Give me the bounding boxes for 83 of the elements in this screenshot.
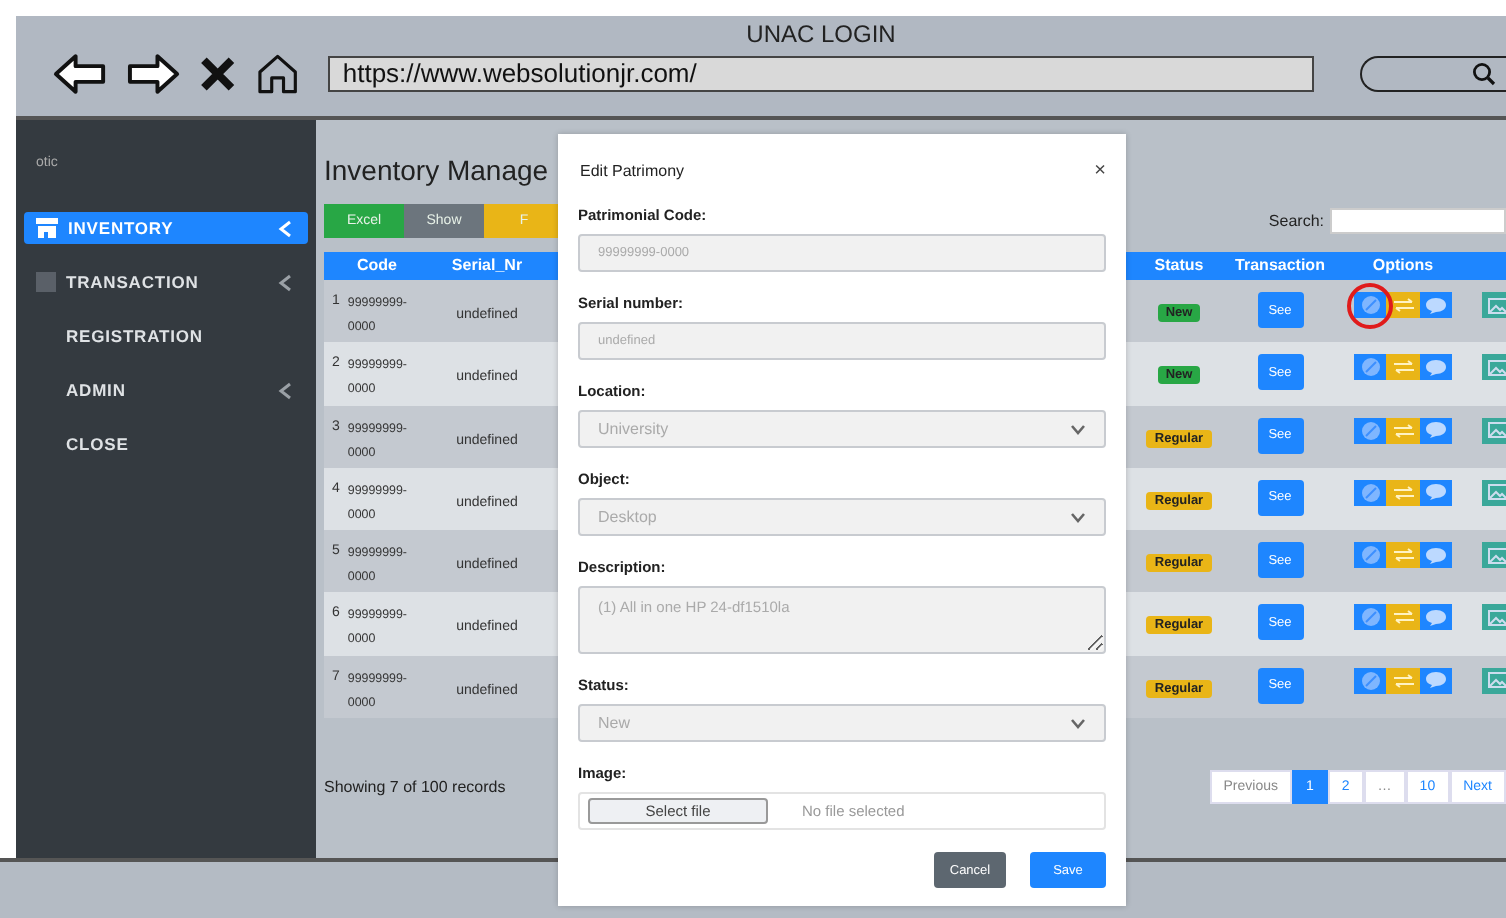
swap-arrows-icon xyxy=(1393,673,1413,688)
image-button[interactable] xyxy=(1482,479,1506,506)
speech-bubble-icon xyxy=(1426,547,1446,564)
sidebar-item[interactable]: TRANSACTION xyxy=(24,266,308,298)
chevron-down-icon xyxy=(1070,717,1086,729)
dropdown[interactable]: New xyxy=(578,704,1106,742)
image-icon xyxy=(1488,547,1506,564)
records-info: Showing 7 of 100 records xyxy=(324,778,506,797)
disable-button[interactable] xyxy=(1354,604,1386,631)
chevron-left-icon xyxy=(278,273,292,291)
image-icon xyxy=(1488,422,1506,439)
comment-button[interactable] xyxy=(1420,479,1452,506)
image-icon xyxy=(1488,484,1506,501)
store-icon xyxy=(36,218,58,238)
speech-bubble-icon xyxy=(1426,297,1446,313)
window-title: UNAC LOGIN xyxy=(746,20,896,48)
swap-arrows-icon xyxy=(1393,548,1413,563)
dialog-title: Edit Patrimony xyxy=(580,161,685,179)
sidebar-item[interactable]: CLOSE xyxy=(24,428,308,460)
disable-button[interactable] xyxy=(1354,354,1386,381)
image-icon xyxy=(1488,672,1506,689)
blocked-icon xyxy=(1361,421,1379,440)
address-bar[interactable]: https://www.websolutionjr.com/ xyxy=(328,56,1315,92)
comment-button[interactable] xyxy=(1420,417,1452,444)
dropdown[interactable]: University xyxy=(578,410,1106,448)
comment-button[interactable] xyxy=(1420,292,1452,318)
blocked-icon xyxy=(1361,546,1379,565)
column-header: Status xyxy=(1152,254,1206,278)
dropdown[interactable]: Desktop xyxy=(578,498,1106,536)
chevron-left-icon xyxy=(278,219,292,237)
chevron-down-icon xyxy=(1070,511,1086,523)
sidebar-item[interactable]: ADMIN xyxy=(24,374,308,406)
blocked-icon xyxy=(1361,608,1379,627)
image-button[interactable] xyxy=(1482,417,1506,444)
speech-bubble-icon xyxy=(1426,484,1446,501)
speech-bubble-icon xyxy=(1426,672,1446,689)
comment-button[interactable] xyxy=(1420,604,1452,631)
speech-bubble-icon xyxy=(1426,609,1446,626)
back-arrow-icon[interactable] xyxy=(52,52,108,96)
speech-bubble-icon xyxy=(1426,422,1446,439)
image-icon xyxy=(1488,297,1506,313)
square-icon xyxy=(36,272,56,292)
comment-button[interactable] xyxy=(1420,354,1452,381)
image-button[interactable] xyxy=(1482,604,1506,631)
forward-arrow-icon[interactable] xyxy=(125,52,181,96)
image-button[interactable] xyxy=(1482,292,1506,318)
close-button[interactable]: × xyxy=(1094,159,1106,181)
column-header: Options xyxy=(1370,254,1436,278)
image-icon xyxy=(1488,359,1506,376)
search-field[interactable] xyxy=(1360,56,1506,92)
sidebar-item[interactable]: REGISTRATION xyxy=(24,320,308,352)
blocked-icon xyxy=(1361,358,1379,377)
blocked-icon xyxy=(1361,483,1379,502)
swap-arrows-icon xyxy=(1393,360,1413,375)
image-button[interactable] xyxy=(1482,542,1506,569)
swap-arrows-icon xyxy=(1393,485,1413,500)
comment-button[interactable] xyxy=(1420,667,1452,694)
column-header: Code xyxy=(355,254,399,278)
swap-arrows-icon xyxy=(1393,298,1413,312)
chevron-down-icon xyxy=(1070,423,1086,435)
image-icon xyxy=(1488,609,1506,626)
swap-arrows-icon xyxy=(1393,423,1413,438)
search-label: Search: xyxy=(1268,212,1324,230)
search-icon xyxy=(1471,62,1496,86)
page-title: Inventory Manage xyxy=(324,152,549,190)
column-header: Serial_Nr xyxy=(449,254,525,278)
blocked-icon xyxy=(1361,296,1379,314)
disable-button[interactable] xyxy=(1354,292,1386,318)
close-icon[interactable] xyxy=(198,54,238,94)
image-button[interactable] xyxy=(1482,667,1506,694)
speech-bubble-icon xyxy=(1426,359,1446,376)
sidebar-item[interactable]: INVENTORY xyxy=(24,212,308,244)
image-button[interactable] xyxy=(1482,354,1506,381)
chevron-left-icon xyxy=(278,381,292,399)
home-icon[interactable] xyxy=(255,52,299,96)
disable-button[interactable] xyxy=(1354,667,1386,694)
swap-arrows-icon xyxy=(1393,610,1413,625)
disable-button[interactable] xyxy=(1354,479,1386,506)
comment-button[interactable] xyxy=(1420,542,1452,569)
column-header: Transaction xyxy=(1233,254,1327,278)
disable-button[interactable] xyxy=(1354,417,1386,444)
blocked-icon xyxy=(1361,671,1379,690)
disable-button[interactable] xyxy=(1354,542,1386,569)
